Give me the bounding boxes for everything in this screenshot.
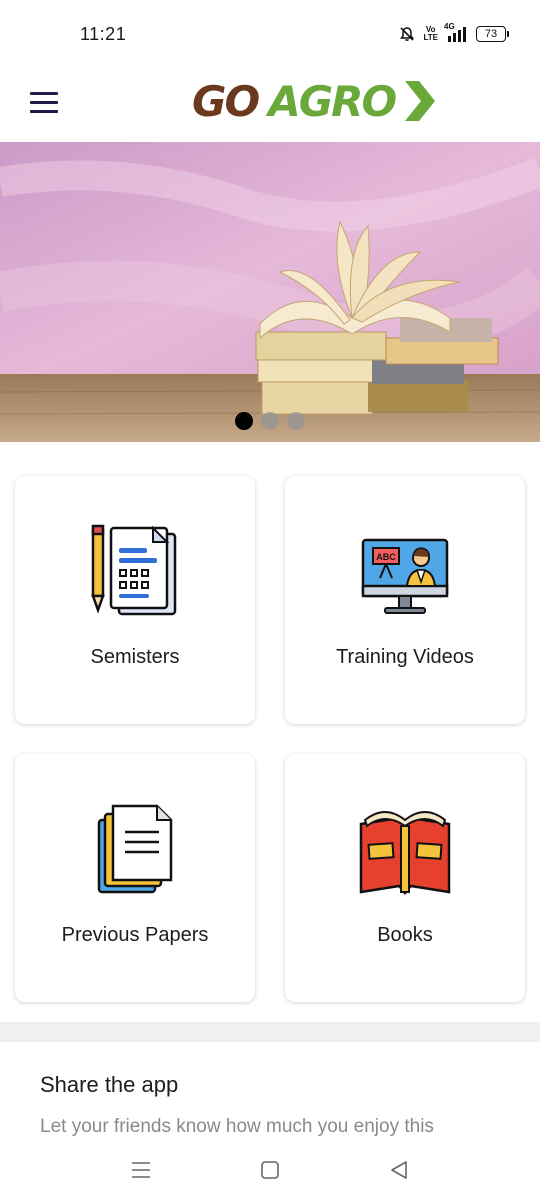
share-app-section[interactable]: Share the app Let your friends know how … [0, 1042, 540, 1142]
hamburger-menu-icon[interactable] [30, 86, 62, 118]
video-lesson-icon: ABC [355, 522, 455, 622]
home-square-icon[interactable] [256, 1156, 284, 1184]
volte-indicator: Vo LTE [423, 25, 438, 42]
exam-paper-icon [85, 522, 185, 622]
status-time: 11:21 [80, 24, 127, 44]
previous-papers-label: Previous Papers [61, 924, 209, 946]
carousel-dot-2[interactable] [261, 412, 279, 430]
banner-books-image [0, 142, 540, 442]
mute-bell-icon [399, 26, 415, 42]
status-bar: 11:21 Vo LTE 4G 73 [0, 0, 540, 68]
carousel-dot-3[interactable] [287, 412, 305, 430]
books-label: Books [377, 924, 433, 946]
share-subtitle: Let your friends know how much you enjoy… [40, 1116, 434, 1137]
signal-icon: 4G [444, 22, 468, 42]
svg-text:ABC: ABC [376, 552, 396, 562]
training-videos-card[interactable]: ABC Training Videos [285, 476, 525, 724]
books-card[interactable]: Books [285, 754, 525, 1002]
open-book-icon [355, 800, 455, 900]
back-triangle-icon[interactable] [385, 1156, 413, 1184]
app-header: GO AGRO [0, 68, 540, 142]
share-title: Share the app [40, 1072, 179, 1097]
recents-menu-icon[interactable] [127, 1156, 155, 1184]
app-logo: GO AGRO [192, 74, 437, 128]
documents-icon [85, 800, 185, 900]
banner-carousel[interactable] [0, 142, 540, 442]
status-icons: Vo LTE 4G 73 [399, 22, 509, 44]
previous-papers-card[interactable]: Previous Papers [15, 754, 255, 1002]
battery-icon: 73 [476, 26, 509, 42]
logo-chevron-icon [401, 79, 437, 123]
system-nav-bar [0, 1142, 540, 1200]
semisters-label: Semisters [90, 646, 180, 668]
semisters-card[interactable]: Semisters [15, 476, 255, 724]
carousel-dot-1[interactable] [235, 412, 253, 430]
training-videos-label: Training Videos [336, 646, 474, 668]
carousel-dots [0, 412, 540, 430]
section-divider [0, 1022, 540, 1042]
